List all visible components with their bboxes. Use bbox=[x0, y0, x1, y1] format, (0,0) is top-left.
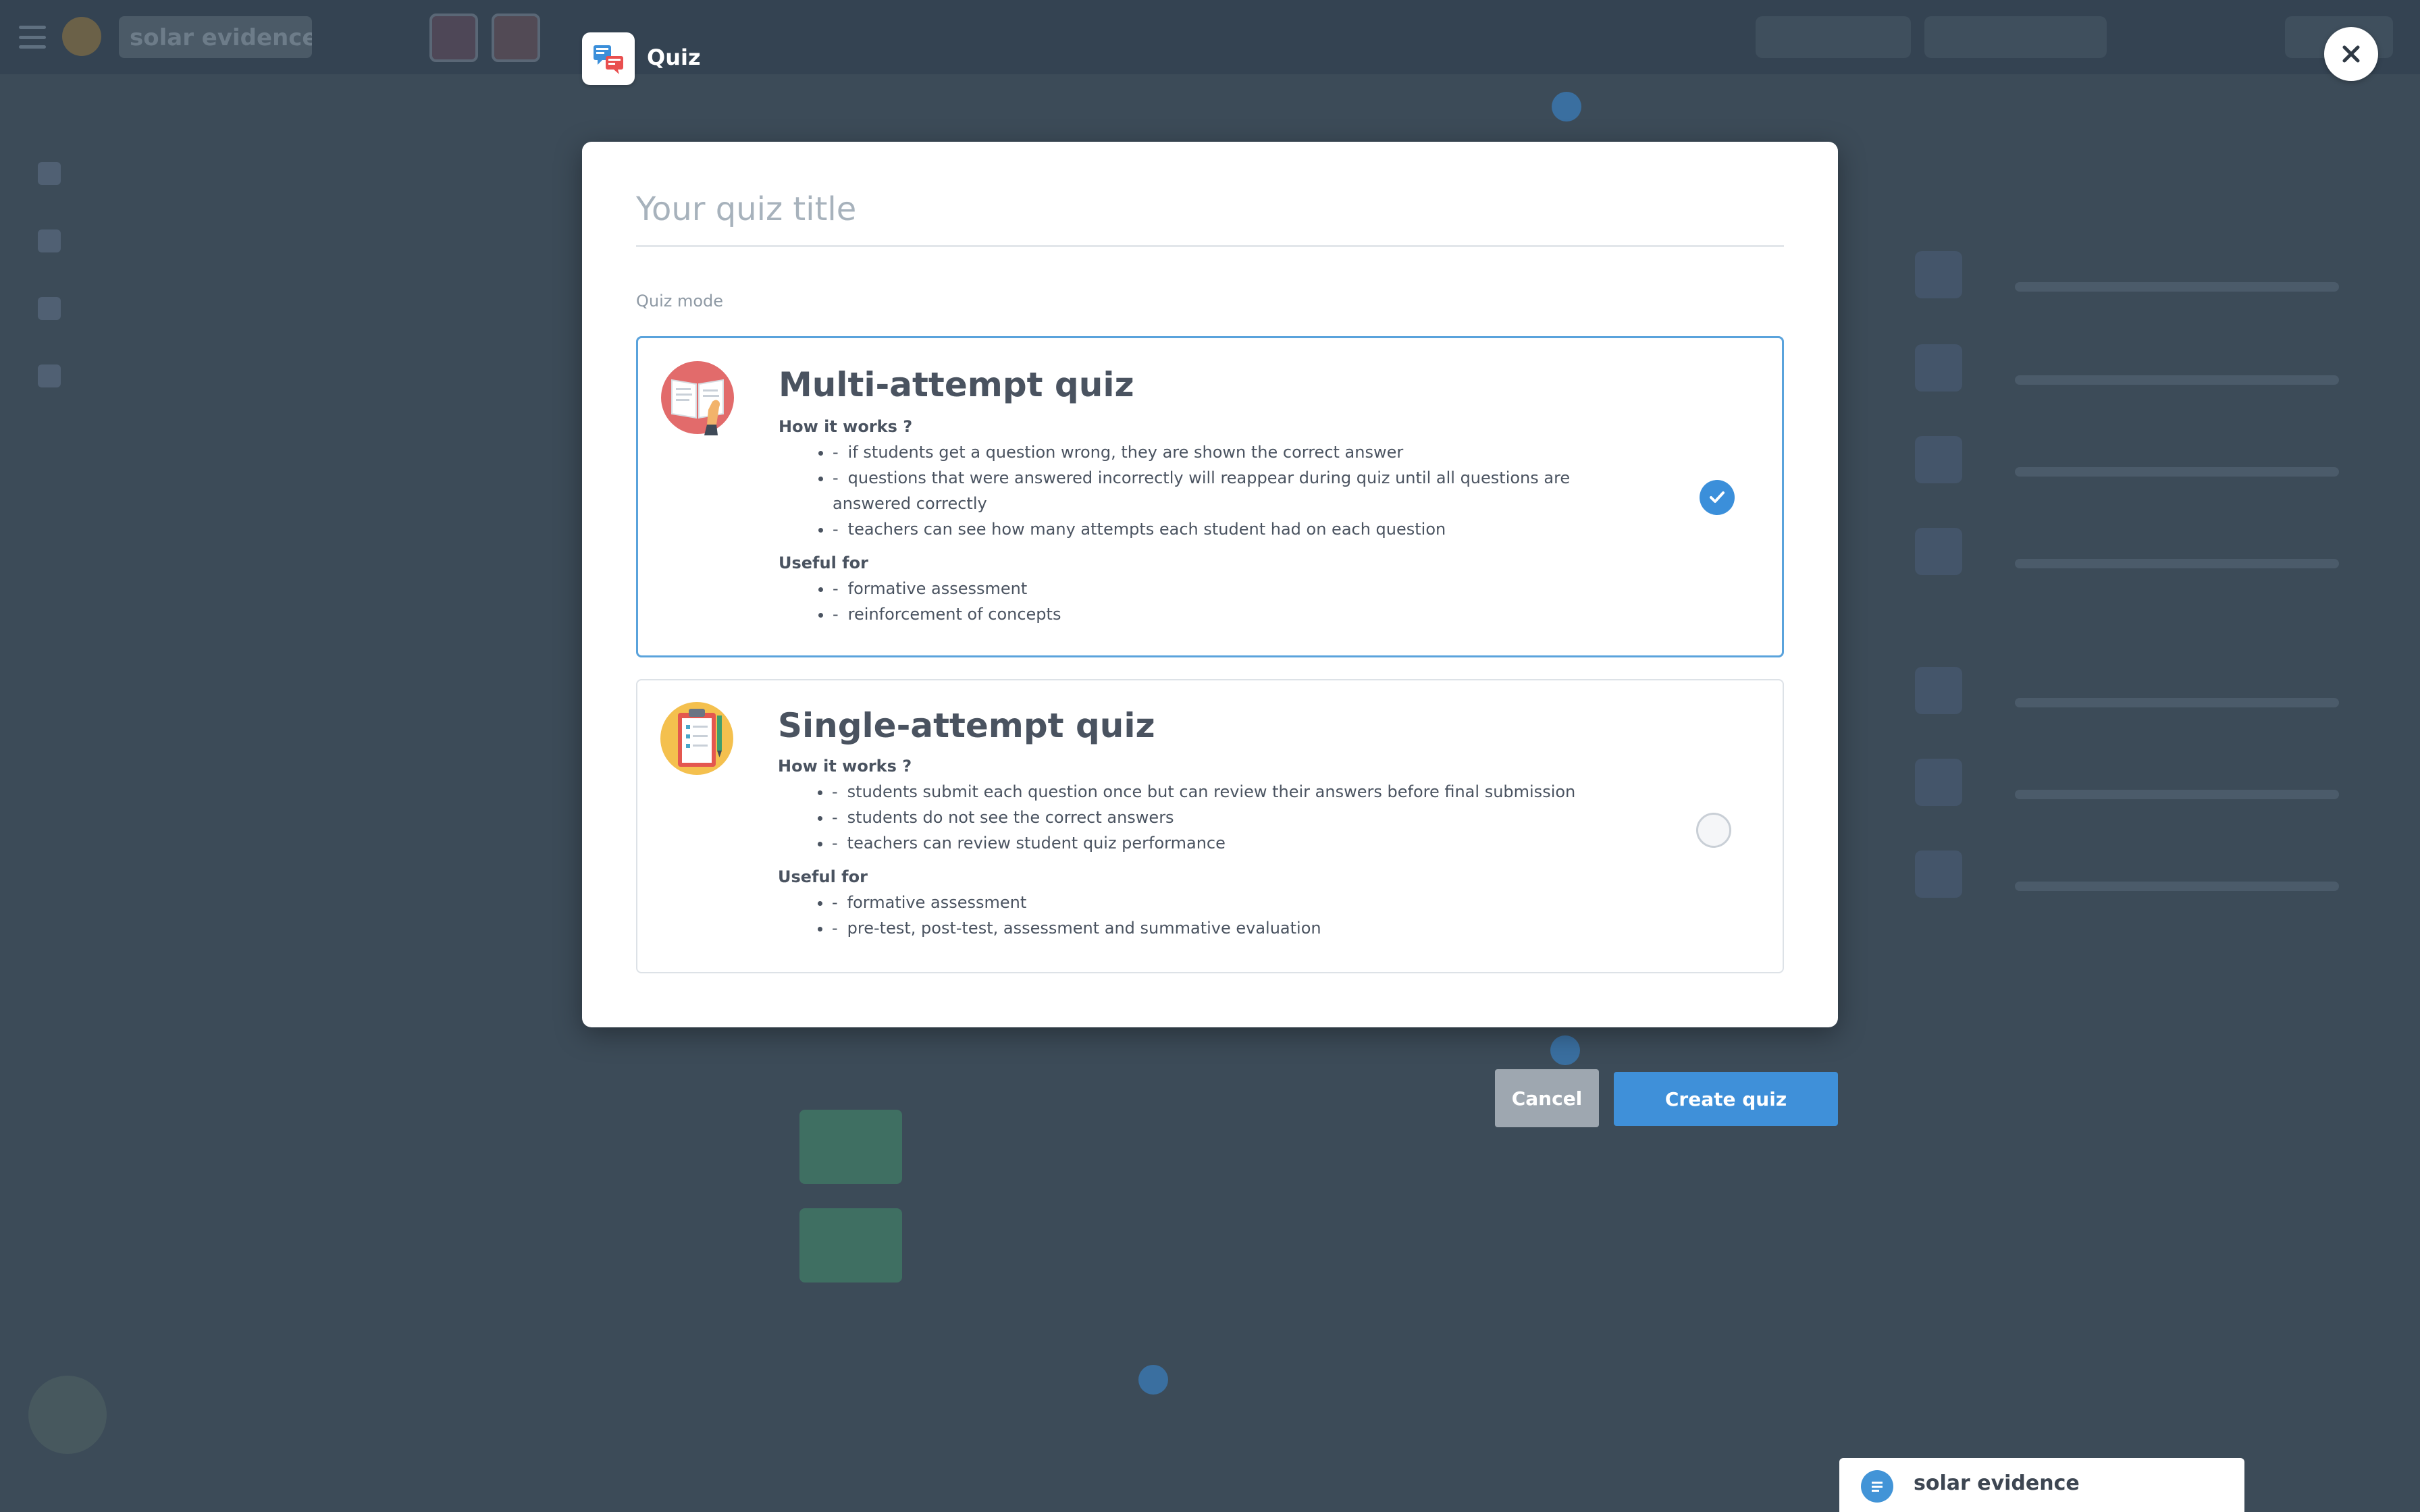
app-logo bbox=[62, 17, 101, 56]
menu-icon bbox=[19, 26, 46, 49]
right-panel bbox=[1896, 115, 2369, 925]
how-it-works-list: -if students get a question wrong, they … bbox=[779, 439, 1616, 542]
quiz-icon bbox=[582, 32, 635, 85]
add-content-icon bbox=[1550, 1035, 1580, 1065]
generate-pill bbox=[1924, 16, 2107, 58]
content-card-thumb bbox=[799, 1208, 902, 1282]
panel-item bbox=[1915, 520, 2361, 587]
panel-item bbox=[1915, 751, 2361, 818]
list-item: -formative assessment bbox=[833, 576, 1616, 601]
clipboard-illustration-icon bbox=[659, 701, 735, 776]
checkmark-icon bbox=[1710, 491, 1725, 503]
quiz-heading: Quiz bbox=[647, 45, 701, 70]
single-attempt-option[interactable]: Single-attempt quiz How it works ? -stud… bbox=[636, 679, 1784, 973]
multi-attempt-radio[interactable] bbox=[1700, 480, 1735, 515]
close-button[interactable] bbox=[2324, 27, 2378, 81]
cancel-button[interactable]: Cancel bbox=[1495, 1069, 1599, 1127]
list-item: -teachers can review student quiz perfor… bbox=[832, 830, 1575, 856]
book-illustration-icon bbox=[660, 360, 735, 435]
list-item: -students submit each question once but … bbox=[832, 779, 1575, 805]
list-item: -teachers can see how many attempts each… bbox=[833, 516, 1616, 542]
quiz-title-input[interactable] bbox=[636, 182, 1784, 247]
panel-item bbox=[1915, 336, 2361, 404]
list-item: -students do not see the correct answers bbox=[832, 805, 1575, 830]
content-card-thumb bbox=[799, 1110, 902, 1184]
document-icon bbox=[1861, 1470, 1893, 1503]
option-title: Multi-attempt quiz bbox=[779, 365, 1134, 404]
chat-icon bbox=[28, 1376, 107, 1454]
create-quiz-modal: Quiz mode Multi-attempt quiz How it work… bbox=[582, 142, 1838, 1027]
panel-item bbox=[1915, 243, 2361, 310]
collaborator-avatar bbox=[492, 14, 540, 62]
option-title: Single-attempt quiz bbox=[778, 706, 1155, 745]
create-quiz-button[interactable]: Create quiz bbox=[1614, 1072, 1838, 1126]
gear-icon bbox=[38, 364, 61, 387]
list-item: -formative assessment bbox=[832, 890, 1575, 915]
list-item: -reinforcement of concepts bbox=[833, 601, 1616, 627]
play-icon bbox=[38, 297, 61, 320]
panel-item bbox=[1915, 428, 2361, 495]
option-details: How it works ? -if students get a questi… bbox=[779, 414, 1616, 627]
list-icon bbox=[38, 162, 61, 185]
collaborator-avatar bbox=[429, 14, 478, 62]
how-it-works-heading: How it works ? bbox=[778, 757, 912, 776]
useful-for-list: -formative assessment -pre-test, post-te… bbox=[778, 890, 1575, 941]
list-item: -pre-test, post-test, assessment and sum… bbox=[832, 915, 1575, 941]
option-details: How it works ? -students submit each que… bbox=[778, 753, 1575, 941]
document-chip-label: solar evidence bbox=[1914, 1472, 2080, 1495]
toolbar-pill bbox=[1756, 16, 1911, 58]
panel-item bbox=[1915, 842, 2361, 910]
useful-for-heading: Useful for bbox=[778, 867, 868, 886]
how-it-works-heading: How it works ? bbox=[779, 417, 913, 436]
how-it-works-list: -students submit each question once but … bbox=[778, 779, 1575, 856]
quiz-mode-label: Quiz mode bbox=[636, 292, 724, 310]
close-icon bbox=[2342, 45, 2360, 63]
project-name-field: solar evidence bbox=[119, 16, 312, 58]
single-attempt-radio[interactable] bbox=[1696, 813, 1731, 848]
useful-for-heading: Useful for bbox=[779, 554, 868, 572]
add-content-icon bbox=[1552, 92, 1581, 122]
add-content-icon bbox=[1138, 1365, 1168, 1395]
top-bar: solar evidence bbox=[0, 0, 2420, 74]
panel-item bbox=[1915, 659, 2361, 726]
multi-attempt-option[interactable]: Multi-attempt quiz How it works ? -if st… bbox=[636, 336, 1784, 657]
list-item: -questions that were answered incorrectl… bbox=[833, 465, 1616, 516]
list-item: -if students get a question wrong, they … bbox=[833, 439, 1616, 465]
calendar-icon bbox=[38, 230, 61, 252]
useful-for-list: -formative assessment -reinforcement of … bbox=[779, 576, 1616, 627]
document-chip[interactable]: solar evidence bbox=[1839, 1458, 2244, 1512]
